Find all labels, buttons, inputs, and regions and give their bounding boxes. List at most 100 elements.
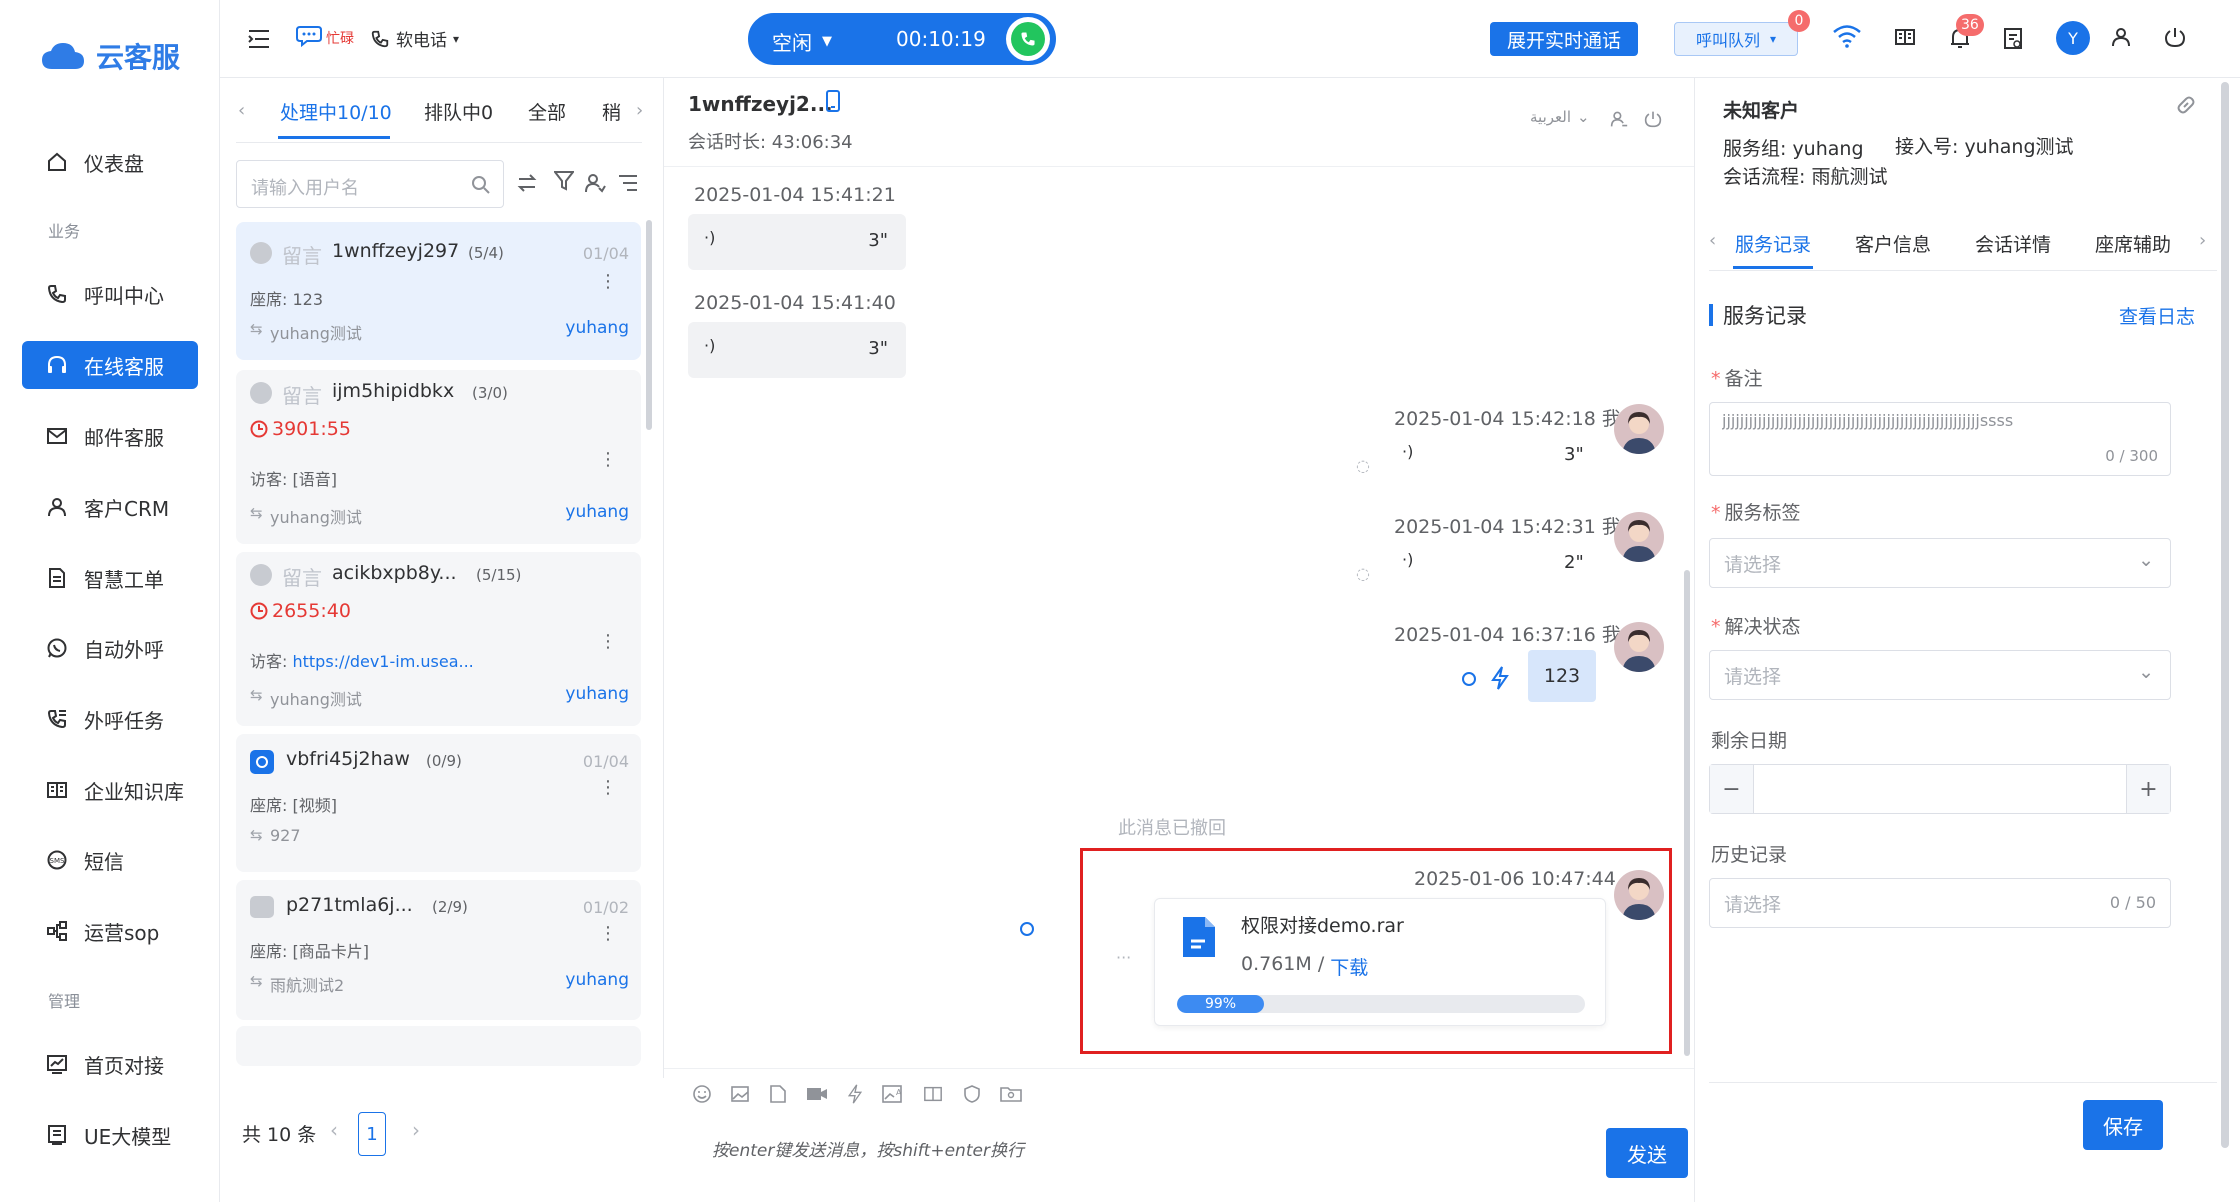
decrement-button[interactable]: − — [1710, 765, 1754, 813]
conversation-card[interactable]: p271tmla6j... (2/9) 01/02 座席: [商品卡片] ⋮ ⇆… — [236, 880, 641, 1020]
download-link[interactable]: 下载 — [1330, 953, 1368, 980]
clipboard-icon[interactable] — [2002, 26, 2024, 50]
visitor-name: 1wnffzeyj297 — [332, 240, 460, 262]
save-button[interactable]: 保存 — [2083, 1100, 2163, 1150]
text-message-bubble[interactable]: 123 — [1528, 650, 1596, 702]
sidebar-item-dashboard[interactable]: 仪表盘 — [22, 138, 198, 186]
call-status-dropdown[interactable]: 空闲 ▼ — [772, 27, 832, 56]
power-icon[interactable] — [1644, 110, 1662, 128]
agent-name: yuhang — [565, 318, 629, 338]
sidebar-item-sop[interactable]: 运营sop — [22, 907, 198, 955]
tab-customer-info[interactable]: 客户信息 — [1855, 230, 1931, 257]
shield-icon[interactable] — [962, 1084, 982, 1104]
agent-status[interactable]: 忙碌 — [296, 24, 354, 48]
language-select[interactable]: العربية ⌄ — [1530, 108, 1590, 126]
more-icon[interactable]: ··· — [1116, 948, 1131, 967]
book-icon[interactable] — [1892, 26, 1918, 48]
voice-message[interactable]: ·) 3" — [688, 214, 906, 270]
expand-realtime-call-button[interactable]: 展开实时通话 — [1490, 22, 1638, 56]
tabs-prev-icon[interactable]: ‹ — [238, 100, 245, 121]
more-icon[interactable]: ⋮ — [599, 273, 617, 291]
image-text-icon[interactable]: A — [882, 1084, 904, 1104]
tab-session-detail[interactable]: 会话详情 — [1975, 230, 2051, 257]
user-icon — [48, 498, 66, 517]
softphone-dropdown[interactable]: 软电话 ▾ — [370, 26, 459, 51]
chat-scrollbar[interactable] — [1684, 570, 1690, 1056]
video-icon[interactable] — [806, 1084, 828, 1104]
prev-page-icon[interactable]: ‹ — [330, 1118, 338, 1142]
headset-icon — [48, 355, 66, 373]
voice-duration: 2" — [1564, 552, 1584, 573]
user-icon[interactable] — [2110, 26, 2132, 48]
menu-fold-icon[interactable] — [248, 29, 270, 49]
refresh-icon[interactable] — [516, 172, 538, 194]
sidebar-item-homepage[interactable]: 首页对接 — [22, 1040, 198, 1088]
increment-button[interactable]: + — [2126, 765, 2170, 813]
tab-queue[interactable]: 排队中0 — [424, 98, 493, 125]
tab-agent-assist[interactable]: 座席辅助 — [2095, 230, 2171, 257]
conversation-card[interactable]: 留言 ijm5hipidbkx (3/0) 3901:55 访客: [语音] ⋮… — [236, 370, 641, 544]
list-scrollbar[interactable] — [646, 220, 652, 430]
file-upload-icon[interactable] — [768, 1084, 788, 1104]
visitor-name: acikbxpb8y... — [332, 562, 457, 584]
more-icon[interactable]: ⋮ — [599, 633, 617, 651]
message-input[interactable]: 按enter键发送消息，按shift+enter换行 — [712, 1136, 1024, 1161]
sidebar-item-sms[interactable]: SMS 短信 — [22, 836, 198, 884]
voice-message[interactable]: ·) 3" — [688, 322, 906, 378]
knowledge-icon[interactable] — [922, 1084, 944, 1104]
avatar[interactable]: Y — [2056, 21, 2090, 55]
image-icon[interactable] — [730, 1084, 750, 1104]
sort-icon[interactable] — [618, 174, 638, 192]
more-icon[interactable]: ⋮ — [599, 779, 617, 797]
quick-reply-icon[interactable] — [1490, 666, 1510, 690]
note-textarea[interactable]: jjjjjjjjjjjjjjjjjjjjjjjjjjjjjjjjjjjjjjjj… — [1709, 402, 2171, 476]
tab-later[interactable]: 稍 — [602, 98, 621, 125]
history-input[interactable]: 请选择 0 / 50 — [1709, 878, 2171, 928]
power-icon[interactable] — [2164, 26, 2186, 48]
conversation-card[interactable]: 留言 acikbxpb8y... (5/15) 2655:40 访客: http… — [236, 552, 641, 726]
sidebar-item-knowledge[interactable]: 企业知识库 — [22, 766, 198, 814]
page-number[interactable]: 1 — [358, 1112, 386, 1156]
conversation-card[interactable]: vbfri45j2haw (0/9) 01/04 座席: [视频] ⋮ ⇆ 92… — [236, 734, 641, 872]
more-icon[interactable]: ⋮ — [599, 925, 617, 943]
sidebar-item-call-task[interactable]: 外呼任务 — [22, 695, 198, 743]
user-transfer-icon[interactable] — [1610, 110, 1628, 128]
link-icon[interactable] — [2175, 94, 2197, 116]
sidebar-item-online-service[interactable]: 在线客服 — [22, 341, 198, 389]
sidebar-item-call-center[interactable]: 呼叫中心 — [22, 270, 198, 318]
service-tag-select[interactable]: 请选择 ⌄ — [1709, 538, 2171, 588]
send-button[interactable]: 发送 — [1606, 1128, 1688, 1178]
conversation-card[interactable] — [236, 1026, 641, 1066]
sidebar-item-mail[interactable]: 邮件客服 — [22, 412, 198, 460]
sidebar-item-auto-call[interactable]: 自动外呼 — [22, 624, 198, 672]
tabs-next-icon[interactable]: › — [2199, 230, 2206, 251]
next-page-icon[interactable]: › — [412, 1118, 420, 1142]
emoji-icon[interactable] — [692, 1084, 712, 1104]
tabs-next-icon[interactable]: › — [636, 100, 643, 121]
folder-icon[interactable] — [1000, 1084, 1022, 1104]
remain-date-stepper[interactable]: − + — [1709, 764, 2171, 814]
user-filter-icon[interactable] — [584, 172, 606, 194]
phone-task-icon — [47, 710, 66, 729]
answer-call-button[interactable] — [1006, 17, 1050, 61]
call-queue-dropdown[interactable]: 呼叫队列 ▾ — [1674, 22, 1798, 56]
lightning-icon[interactable] — [846, 1084, 864, 1104]
last-message-link[interactable]: https://dev1-im.usea... — [292, 652, 473, 671]
sidebar-item-ticket[interactable]: 智慧工单 — [22, 554, 198, 602]
sidebar-item-ue-model[interactable]: UE大模型 — [22, 1111, 198, 1159]
agent-name: yuhang — [565, 970, 629, 990]
wait-timer: 2655:40 — [250, 600, 351, 622]
conversation-card[interactable]: 留言 1wnffzeyj297 (5/4) 01/04 座席: 123 ⋮ ⇆ … — [236, 222, 641, 360]
view-log-link[interactable]: 查看日志 — [2119, 302, 2195, 329]
tab-processing[interactable]: 处理中10/10 — [280, 98, 392, 125]
tab-all[interactable]: 全部 — [528, 98, 566, 125]
tab-service-record[interactable]: 服务记录 — [1735, 230, 1811, 257]
sidebar-item-crm[interactable]: 客户CRM — [22, 483, 198, 531]
filter-icon[interactable] — [554, 170, 574, 192]
more-icon[interactable]: ⋮ — [599, 451, 617, 469]
resolve-status-select[interactable]: 请选择 ⌄ — [1709, 650, 2171, 700]
tabs-prev-icon[interactable]: ‹ — [1709, 230, 1716, 251]
search-input[interactable]: 请输入用户名 — [236, 160, 504, 208]
file-message-card[interactable]: 权限对接demo.rar 0.761M / 下载 99% — [1154, 898, 1606, 1026]
panel-scrollbar[interactable] — [2221, 82, 2229, 1148]
